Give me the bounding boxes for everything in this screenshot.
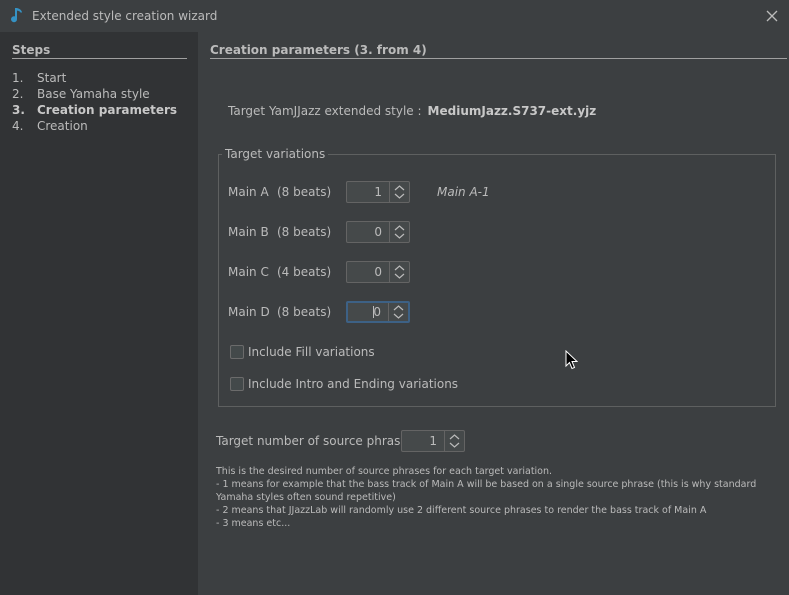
spinner-arrows-icon[interactable] <box>390 262 409 282</box>
close-icon[interactable] <box>764 8 780 24</box>
main-a-variation-name: Main A-1 <box>437 185 490 199</box>
main-b-label: Main B <box>228 225 269 239</box>
main-c-label: Main C <box>228 265 269 279</box>
include-fill-label: Include Fill variations <box>248 345 375 359</box>
main-c-beats: (4 beats) <box>277 265 332 279</box>
spinner-arrows-icon[interactable] <box>390 222 409 242</box>
target-style-label: Target YamJJazz extended style : <box>228 104 422 118</box>
main-a-spinner[interactable]: 1 <box>346 181 410 203</box>
target-variations-legend: Target variations <box>225 147 326 161</box>
step-base-yamaha-style: 2. Base Yamaha style <box>12 87 150 101</box>
main-a-label: Main A <box>228 185 269 199</box>
steps-sidebar: Steps 1. Start 2. Base Yamaha style 3. Crea… <box>0 32 198 595</box>
include-intro-ending-label: Include Intro and Ending variations <box>248 377 459 391</box>
main-b-beats: (8 beats) <box>277 225 332 239</box>
checkbox-box[interactable] <box>230 377 244 391</box>
source-phrases-label: Target number of source phrases <box>216 434 415 448</box>
main-d-value[interactable]: 0 <box>348 303 389 321</box>
source-phrases-description: This is the desired number of source phr… <box>216 466 757 529</box>
step-creation: 4. Creation <box>12 119 88 133</box>
mouse-pointer-icon <box>565 350 578 370</box>
source-phrases-spinner[interactable]: 1 <box>401 430 465 452</box>
main-b-spinner[interactable]: 0 <box>346 221 410 243</box>
include-intro-ending-checkbox[interactable]: Include Intro and Ending variations <box>230 376 458 392</box>
target-style-line: Target YamJJazz extended style : MediumJa… <box>228 104 596 118</box>
step-creation-parameters: 3. Creation parameters <box>12 103 178 117</box>
music-note-icon <box>11 8 22 23</box>
spinner-arrows-icon[interactable] <box>389 303 408 321</box>
source-phrases-value[interactable]: 1 <box>402 431 445 451</box>
title-bar: Extended style creation wizard <box>0 0 789 32</box>
main-c-value[interactable]: 0 <box>347 262 390 282</box>
step-start: 1. Start <box>12 71 67 85</box>
checkbox-box[interactable] <box>230 345 244 359</box>
spinner-arrows-icon[interactable] <box>445 431 464 451</box>
page-title: Creation parameters (3. from 4) <box>210 43 787 59</box>
main-a-beats: (8 beats) <box>277 185 332 199</box>
window-title: Extended style creation wizard <box>32 9 218 23</box>
spinner-arrows-icon[interactable] <box>390 182 409 202</box>
main-c-spinner[interactable]: 0 <box>346 261 410 283</box>
steps-header: Steps <box>12 43 187 59</box>
main-b-value[interactable]: 0 <box>347 222 390 242</box>
main-d-spinner[interactable]: 0 <box>346 301 410 323</box>
target-style-value: MediumJazz.S737-ext.yjz <box>427 104 597 118</box>
main-d-label: Main D <box>228 305 270 319</box>
include-fill-checkbox[interactable]: Include Fill variations <box>230 344 375 360</box>
main-d-beats: (8 beats) <box>277 305 332 319</box>
main-a-value[interactable]: 1 <box>347 182 390 202</box>
